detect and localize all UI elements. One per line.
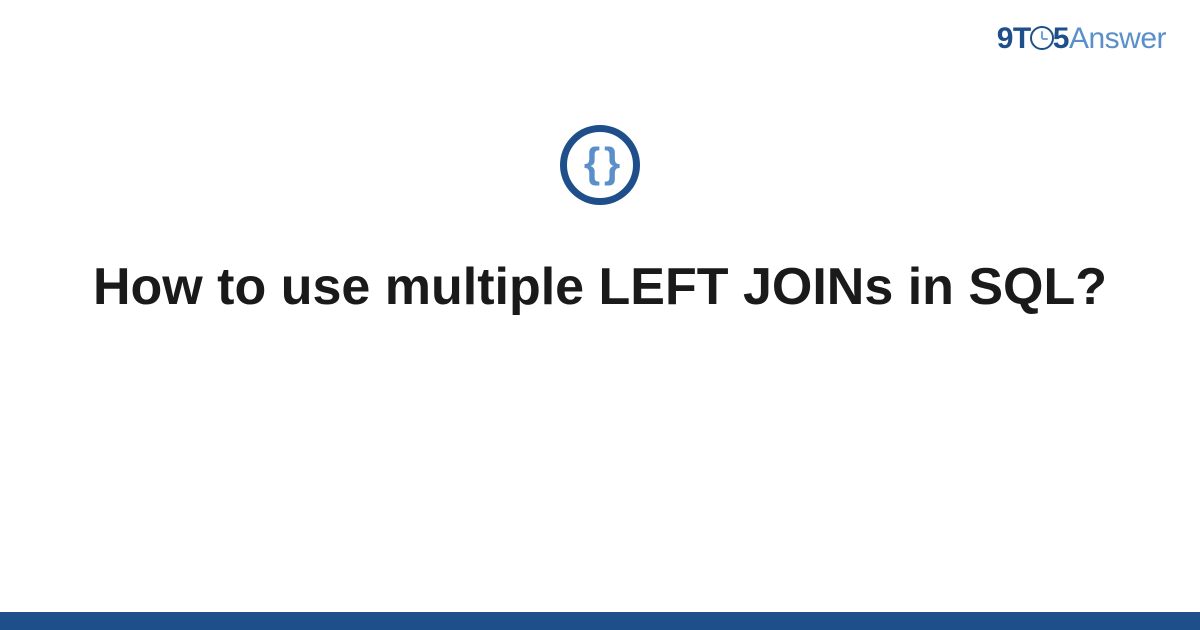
brand-text-answer: Answer: [1069, 22, 1166, 55]
main-content: { } How to use multiple LEFT JOINs in SQ…: [0, 125, 1200, 320]
brand-text-9t: 9T: [997, 22, 1031, 55]
site-brand-logo: 9T 5Answer: [997, 22, 1166, 56]
clock-icon: [1030, 26, 1054, 50]
code-braces-icon: { }: [560, 125, 640, 205]
braces-glyph: { }: [584, 142, 616, 184]
footer-bar: [0, 612, 1200, 630]
question-title: How to use multiple LEFT JOINs in SQL?: [0, 255, 1200, 320]
brand-text-5: 5: [1053, 22, 1069, 55]
